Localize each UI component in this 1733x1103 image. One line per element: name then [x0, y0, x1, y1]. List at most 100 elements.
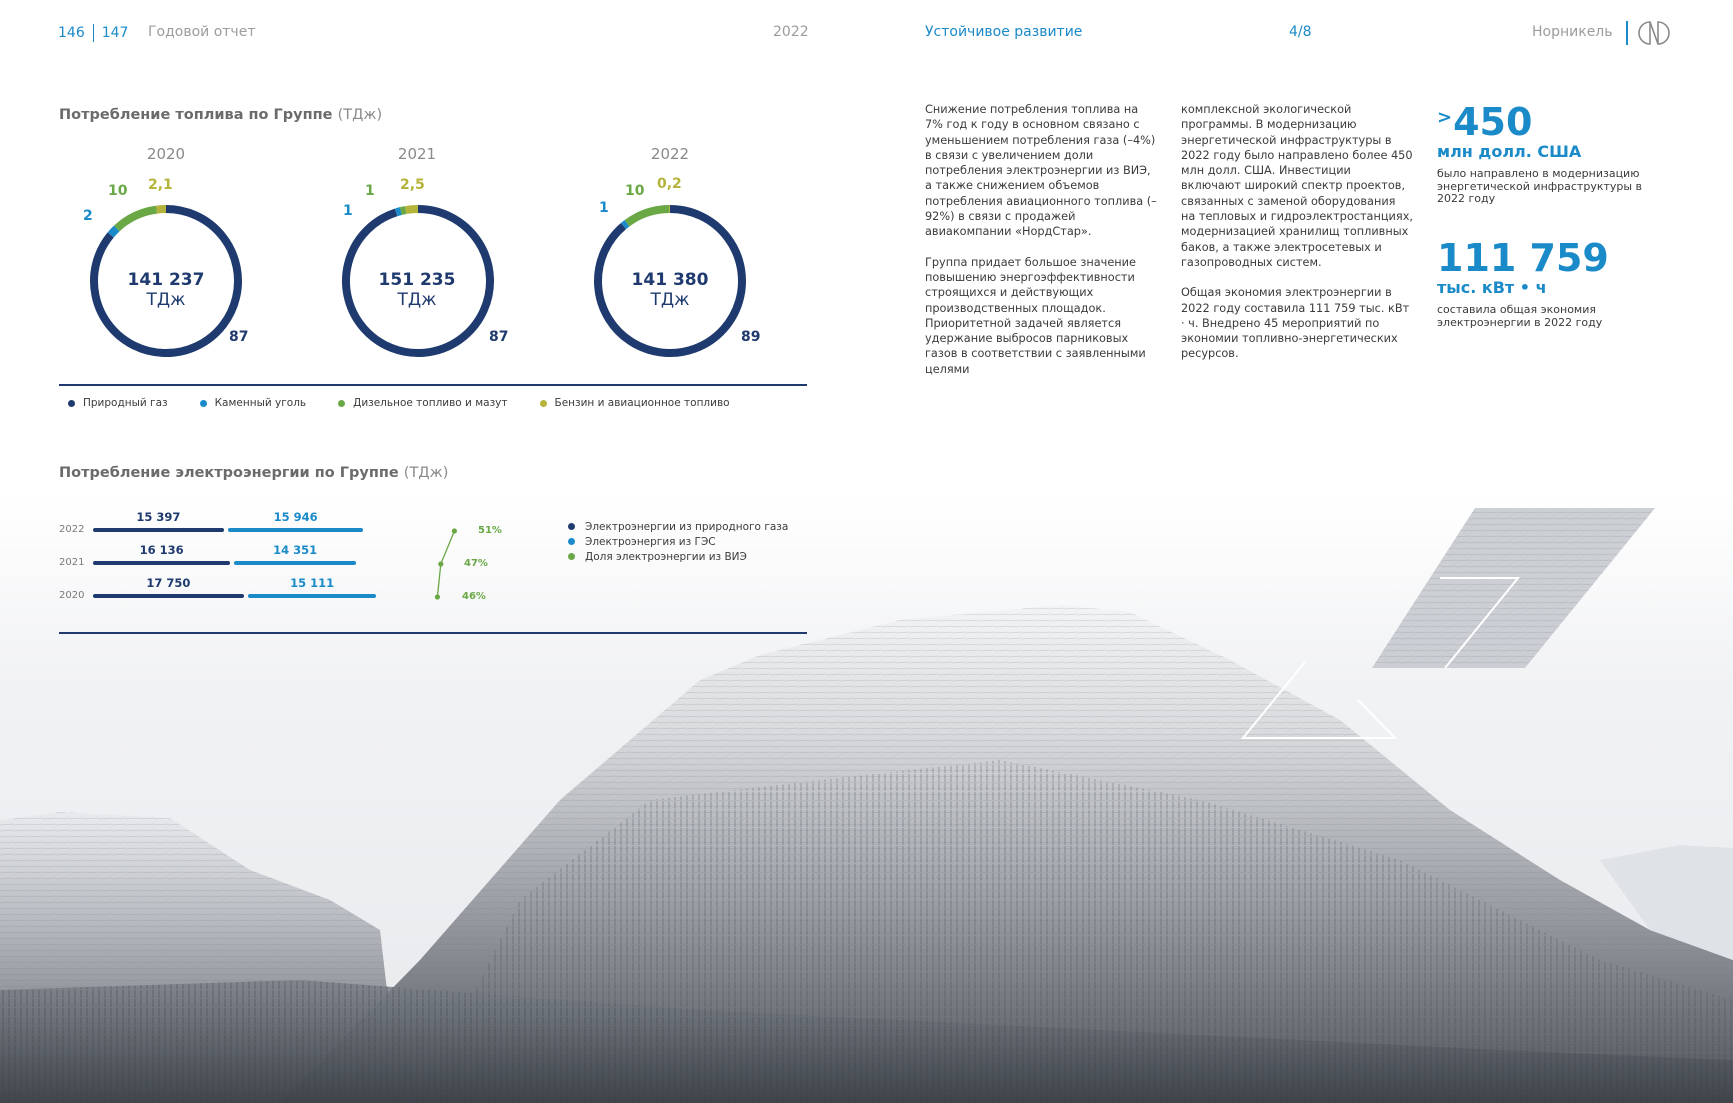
- donut-label-coal: 1: [599, 200, 609, 216]
- donut-segment-diesel: [114, 205, 158, 232]
- legend-label: Природный газ: [83, 397, 168, 409]
- legend-label: Доля электроэнергии из ВИЭ: [585, 550, 747, 563]
- bar-gas: [93, 528, 224, 532]
- bar-hydro: [247, 594, 377, 598]
- legend-item-petrol: Бензин и авиационное топливо: [539, 397, 730, 409]
- donut-segment-petrol: [405, 205, 419, 215]
- legend-label: Дизельное топливо и мазут: [353, 397, 508, 409]
- paragraph: Группа придает большое значение повышени…: [925, 255, 1146, 376]
- legend-dot-gas: [68, 399, 75, 407]
- donut-segment-diesel: [624, 205, 670, 227]
- legend-label: Каменный уголь: [214, 397, 307, 409]
- section-title[interactable]: Устойчивое развитие: [925, 24, 1082, 40]
- legend-label: Электроэнергия из ГЭС: [585, 535, 716, 548]
- donut-total: 141 380 ТДж: [590, 270, 750, 310]
- legend-dot-gas: [568, 523, 575, 530]
- nornickel-logo[interactable]: [1626, 19, 1674, 47]
- bar-year-label: 2021: [59, 557, 85, 568]
- electricity-chart-title: Потребление электроэнергии по Группе (ТД…: [59, 465, 448, 481]
- donut-year-label: 2021: [397, 145, 437, 163]
- legend-dot-coal: [199, 399, 207, 407]
- bar-gas-value: 15 397: [136, 510, 181, 524]
- electricity-legend: Электроэнергии из природного газа Электр…: [568, 519, 788, 564]
- bar-gas-value: 16 136: [139, 543, 184, 557]
- share-point: [438, 561, 444, 567]
- paragraph: комплексной экологической программы. В м…: [1181, 103, 1413, 269]
- donut-label-gas: 87: [229, 329, 249, 345]
- fuel-chart-divider: [59, 384, 807, 386]
- share-label-2020: 46%: [462, 591, 486, 602]
- donut-total-unit: ТДж: [397, 290, 437, 310]
- kpi-number: 111 759: [1437, 236, 1609, 280]
- legend-dot-renewables: [568, 553, 575, 560]
- electricity-title-text: Потребление электроэнергии по Группе: [59, 465, 399, 481]
- donut-label-petrol: 2,5: [400, 177, 425, 193]
- donut-total: 141 237 ТДж: [86, 270, 246, 310]
- paragraph: Снижение потребления топлива на 7% год к…: [925, 103, 1157, 239]
- bar-gas-value: 17 750: [146, 576, 191, 590]
- legend-item-coal: Каменный уголь: [199, 397, 307, 409]
- legend-dot-diesel: [338, 399, 346, 407]
- share-label-2022: 51%: [478, 525, 502, 536]
- bar-hydro-value: 14 351: [273, 543, 318, 557]
- legend-item-gas-power: Электроэнергии из природного газа: [568, 519, 788, 534]
- kpi-number: 450: [1453, 100, 1533, 144]
- donut-label-gas: 89: [741, 329, 761, 345]
- legend-item-diesel: Дизельное топливо и мазут: [338, 397, 508, 409]
- legend-item-gas: Природный газ: [68, 397, 168, 409]
- kpi-investment: >450 млн долл. США было направлено в мод…: [1437, 98, 1647, 206]
- brand-name: Норникель: [1532, 24, 1613, 40]
- kpi-description: было направлено в модернизацию энергетич…: [1437, 167, 1643, 205]
- bar-gas: [93, 561, 231, 565]
- electricity-title-unit: (ТДж): [403, 465, 449, 481]
- donut-label-petrol: 2,1: [148, 177, 173, 193]
- donut-total-unit: ТДж: [146, 290, 186, 310]
- share-label-2021: 47%: [464, 558, 488, 569]
- donut-segment-coal: [394, 207, 402, 217]
- legend-label: Бензин и авиационное топливо: [554, 397, 730, 409]
- text-column-1: Снижение потребления топлива на 7% год к…: [925, 102, 1157, 392]
- kpi-energy-savings: 111 759 тыс. кВт • ч составила общая эко…: [1437, 238, 1647, 329]
- legend-dot-hydro: [568, 538, 575, 545]
- paragraph: Общая экономия электроэнергии в 2022 год…: [1181, 286, 1410, 361]
- donut-total-value: 151 235: [378, 270, 456, 290]
- donut-year-label: 2022: [650, 145, 690, 163]
- donut-label-diesel: 1: [365, 183, 375, 199]
- bar-hydro: [227, 528, 364, 532]
- donut-segment-diesel: [399, 206, 407, 215]
- legend-label: Электроэнергии из природного газа: [585, 520, 789, 533]
- share-point: [434, 594, 440, 600]
- legend-dot-petrol: [539, 399, 547, 407]
- donut-label-petrol: 0,2: [657, 176, 682, 192]
- kpi-unit: млн долл. США: [1437, 142, 1582, 161]
- kpi-value: 111 759: [1437, 238, 1647, 278]
- kpi-unit: тыс. кВт • ч: [1437, 278, 1547, 297]
- bar-gas: [93, 594, 244, 598]
- kpi-prefix: >: [1437, 107, 1453, 128]
- fuel-legend: Природный газ Каменный уголь Дизельное т…: [68, 397, 762, 409]
- legend-item-renewables: Доля электроэнергии из ВИЭ: [568, 549, 788, 564]
- logo-divider: [1626, 21, 1628, 45]
- donut-label-coal: 2: [83, 208, 93, 224]
- donut-year-label: 2020: [146, 145, 186, 163]
- donut-segment-petrol: [156, 205, 167, 214]
- bar-year-label: 2022: [59, 524, 85, 535]
- text-column-2: комплексной экологической программы. В м…: [1181, 102, 1413, 377]
- donut-label-diesel: 10: [625, 183, 645, 199]
- donut-segment-coal: [107, 225, 120, 238]
- donut-total-unit: ТДж: [650, 290, 690, 310]
- electricity-chart-divider: [59, 632, 807, 634]
- kpi-value: >450: [1437, 98, 1647, 142]
- bar-hydro-value: 15 946: [273, 510, 318, 524]
- donut-label-diesel: 10: [108, 183, 128, 199]
- donut-total-value: 141 237: [127, 270, 205, 290]
- section-counter: 4/8: [1289, 24, 1312, 40]
- donut-label-gas: 87: [489, 329, 509, 345]
- bar-hydro-value: 15 111: [290, 576, 335, 590]
- bar-hydro: [234, 561, 357, 565]
- nornickel-logo-icon: [1637, 21, 1670, 45]
- legend-item-hydro: Электроэнергия из ГЭС: [568, 534, 788, 549]
- kpi-description: составила общая экономия электроэнергии …: [1437, 303, 1603, 329]
- bar-year-label: 2020: [59, 590, 85, 601]
- donut-segment-coal: [620, 220, 630, 230]
